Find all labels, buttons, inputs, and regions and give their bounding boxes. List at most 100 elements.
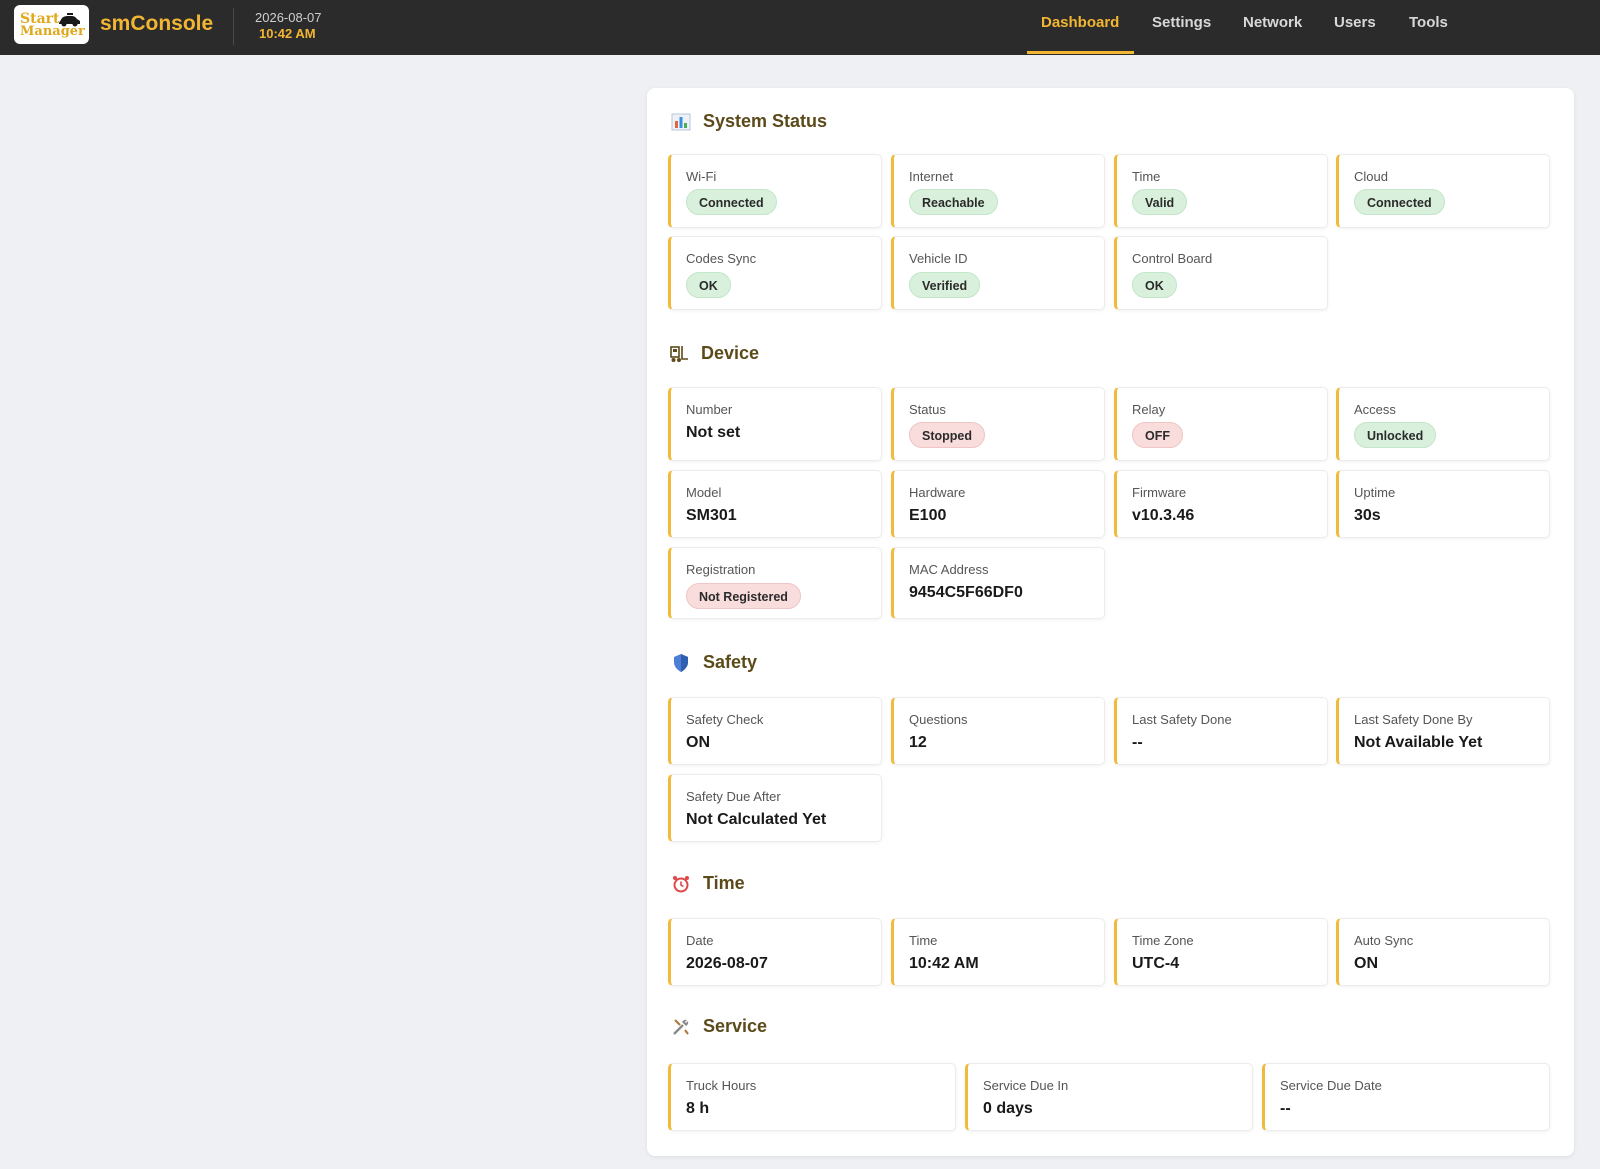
card-label: Time Zone bbox=[1132, 933, 1194, 948]
status-badge: Not Registered bbox=[686, 583, 801, 609]
card-value: E100 bbox=[909, 507, 947, 524]
status-card-control-board: Control Board OK bbox=[1114, 236, 1328, 310]
card-label: Vehicle ID bbox=[909, 251, 968, 266]
card-label: Uptime bbox=[1354, 485, 1396, 500]
safety-card-questions: Questions 12 bbox=[891, 697, 1105, 765]
status-badge: Connected bbox=[686, 189, 777, 215]
section-title-safety: Safety bbox=[671, 652, 757, 673]
status-badge: Verified bbox=[909, 272, 981, 298]
status-badge: OK bbox=[1132, 272, 1177, 298]
safety-card-safety-check: Safety Check ON bbox=[668, 697, 882, 765]
card-label: Registration bbox=[686, 562, 756, 577]
device-card-status: Status Stopped bbox=[891, 387, 1105, 461]
section-title-text: Time bbox=[703, 873, 745, 893]
device-card-uptime: Uptime 30s bbox=[1336, 470, 1550, 538]
alarm-clock-icon bbox=[673, 875, 689, 892]
device-card-relay: Relay OFF bbox=[1114, 387, 1328, 461]
app-logo[interactable]: Start Manager bbox=[14, 5, 89, 44]
nav-network[interactable]: Network bbox=[1243, 14, 1302, 31]
card-label: Last Safety Done bbox=[1132, 712, 1232, 727]
safety-card-safety-due-after: Safety Due After Not Calculated Yet bbox=[668, 774, 882, 842]
section-title-service: Service bbox=[671, 1016, 767, 1037]
card-label: Number bbox=[686, 402, 733, 417]
card-value: ON bbox=[1354, 955, 1378, 972]
brand-title: smConsole bbox=[100, 12, 214, 35]
nav-users[interactable]: Users bbox=[1334, 14, 1376, 31]
card-label: Codes Sync bbox=[686, 251, 757, 266]
card-value: Not Available Yet bbox=[1354, 734, 1483, 751]
time-card-date: Date 2026-08-07 bbox=[668, 918, 882, 986]
status-card-codes-sync: Codes Sync OK bbox=[668, 236, 882, 310]
card-value: 9454C5F66DF0 bbox=[909, 584, 1023, 601]
card-label: Time bbox=[1132, 169, 1161, 184]
time-card-time: Time 10:42 AM bbox=[891, 918, 1105, 986]
card-value: 30s bbox=[1354, 507, 1381, 524]
device-card-model: Model SM301 bbox=[668, 470, 882, 538]
status-badge: OK bbox=[686, 272, 731, 298]
card-label: Hardware bbox=[909, 485, 966, 500]
safety-card-last-safety-done: Last Safety Done -- bbox=[1114, 697, 1328, 765]
status-badge: Stopped bbox=[909, 422, 985, 448]
time-card-auto-sync: Auto Sync ON bbox=[1336, 918, 1550, 986]
card-label: Safety Check bbox=[686, 712, 764, 727]
top-bar: Start Manager smConsole 2026-08-07 10:42… bbox=[0, 0, 1600, 55]
status-badge: Valid bbox=[1132, 189, 1188, 215]
device-card-registration: Registration Not Registered bbox=[668, 547, 882, 619]
card-label: Relay bbox=[1132, 402, 1166, 417]
section-title-text: Safety bbox=[703, 652, 758, 672]
card-label: Status bbox=[909, 402, 946, 417]
header-time: 10:42 AM bbox=[259, 26, 316, 41]
forklift-icon bbox=[670, 345, 688, 362]
card-label: Internet bbox=[909, 169, 954, 184]
card-value: 0 days bbox=[983, 1100, 1033, 1117]
logo-text-manager: Manager bbox=[20, 24, 85, 39]
card-label: Control Board bbox=[1132, 251, 1213, 266]
status-card-vehicle-id: Vehicle ID Verified bbox=[891, 236, 1105, 310]
status-badge: OFF bbox=[1132, 422, 1183, 448]
card-value: UTC-4 bbox=[1132, 955, 1180, 972]
card-value: Not Calculated Yet bbox=[686, 811, 827, 828]
header-divider bbox=[233, 8, 234, 45]
section-title-system-status: System Status bbox=[671, 111, 827, 132]
card-value: v10.3.46 bbox=[1132, 507, 1195, 524]
card-label: Questions bbox=[909, 712, 968, 727]
shield-icon bbox=[674, 653, 688, 672]
nav-tools[interactable]: Tools bbox=[1409, 14, 1448, 31]
card-value: -- bbox=[1132, 734, 1143, 751]
device-card-hardware: Hardware E100 bbox=[891, 470, 1105, 538]
card-label: Cloud bbox=[1354, 169, 1388, 184]
card-label: Time bbox=[909, 933, 938, 948]
card-value: Not set bbox=[686, 424, 741, 441]
card-value: -- bbox=[1280, 1100, 1291, 1117]
nav-dashboard[interactable]: Dashboard bbox=[1041, 14, 1119, 31]
section-title-time: Time bbox=[671, 873, 745, 894]
nav-settings[interactable]: Settings bbox=[1152, 14, 1211, 31]
status-card-time: Time Valid bbox=[1114, 154, 1328, 228]
card-value: SM301 bbox=[686, 507, 737, 524]
card-label: Model bbox=[686, 485, 722, 500]
service-card-service-due-in: Service Due In 0 days bbox=[965, 1063, 1253, 1131]
status-card-wifi: Wi-Fi Connected bbox=[668, 154, 882, 228]
dashboard-panel: System Status Wi-Fi Connected Internet R… bbox=[647, 88, 1574, 1156]
section-title-device: Device bbox=[669, 343, 759, 364]
tools-icon bbox=[673, 1018, 689, 1035]
card-label: Auto Sync bbox=[1354, 933, 1414, 948]
status-card-cloud: Cloud Connected bbox=[1336, 154, 1550, 228]
device-card-mac-address: MAC Address 9454C5F66DF0 bbox=[891, 547, 1105, 619]
card-label: Safety Due After bbox=[686, 789, 781, 804]
card-label: Firmware bbox=[1132, 485, 1187, 500]
card-value: 8 h bbox=[686, 1100, 710, 1117]
device-card-number: Number Not set bbox=[668, 387, 882, 461]
card-label: Truck Hours bbox=[686, 1078, 757, 1093]
bar-chart-icon bbox=[671, 113, 691, 130]
card-label: Service Due Date bbox=[1280, 1078, 1382, 1093]
card-value: 2026-08-07 bbox=[686, 955, 768, 972]
section-title-text: Device bbox=[701, 343, 760, 363]
service-card-truck-hours: Truck Hours 8 h bbox=[668, 1063, 956, 1131]
status-badge: Connected bbox=[1354, 189, 1445, 215]
card-label: Date bbox=[686, 933, 714, 948]
safety-card-last-safety-done-by: Last Safety Done By Not Available Yet bbox=[1336, 697, 1550, 765]
section-title-text: Service bbox=[703, 1016, 768, 1036]
car-icon bbox=[59, 13, 80, 27]
status-badge: Unlocked bbox=[1354, 422, 1437, 448]
